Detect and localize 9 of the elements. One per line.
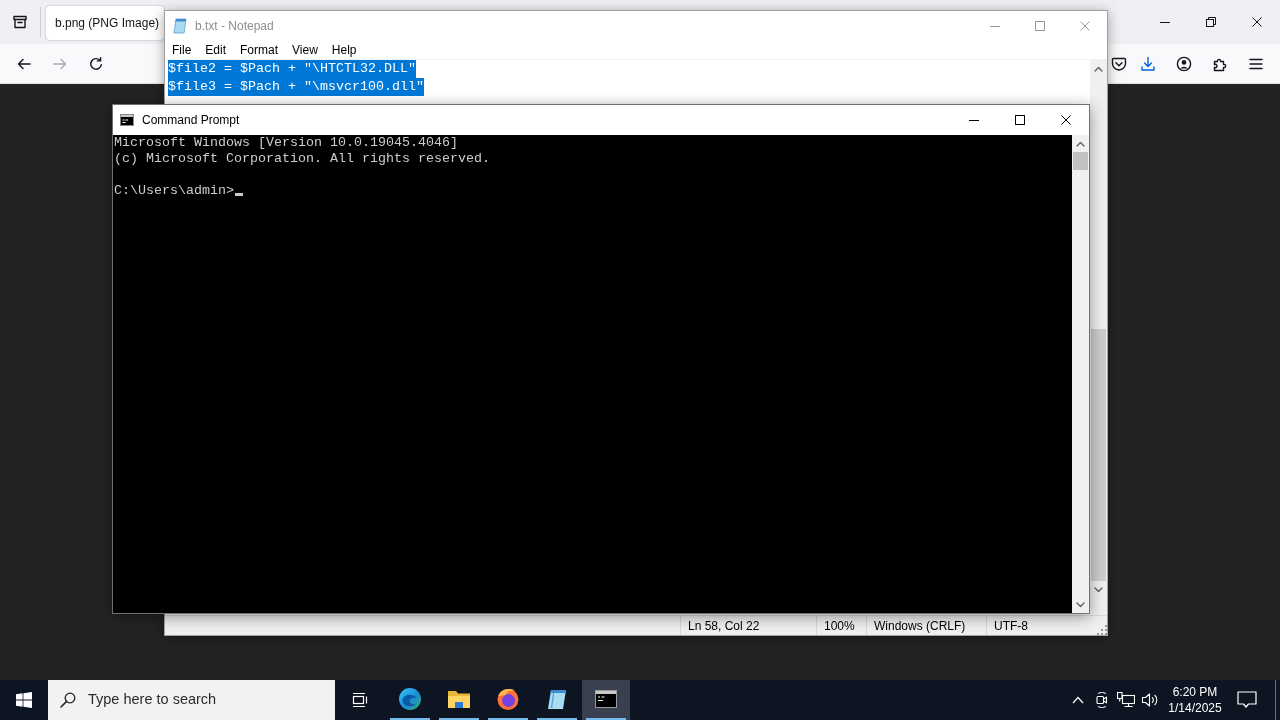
status-text: Windows (CRLF)	[866, 616, 986, 635]
console-line: (c) Microsoft Corporation. All rights reserved.	[114, 151, 491, 167]
status-text: 100%	[816, 616, 866, 635]
console-prompt: C:\Users\admin>	[114, 183, 234, 199]
console-line: Microsoft Windows [Version 10.0.19045.4046]	[114, 135, 459, 151]
status-text: UTF-8	[986, 616, 1090, 635]
window-title: Command Prompt	[142, 112, 240, 129]
status-text: Ln 58, Col 22	[680, 616, 816, 635]
window-title: b.txt - Notepad	[195, 17, 274, 35]
